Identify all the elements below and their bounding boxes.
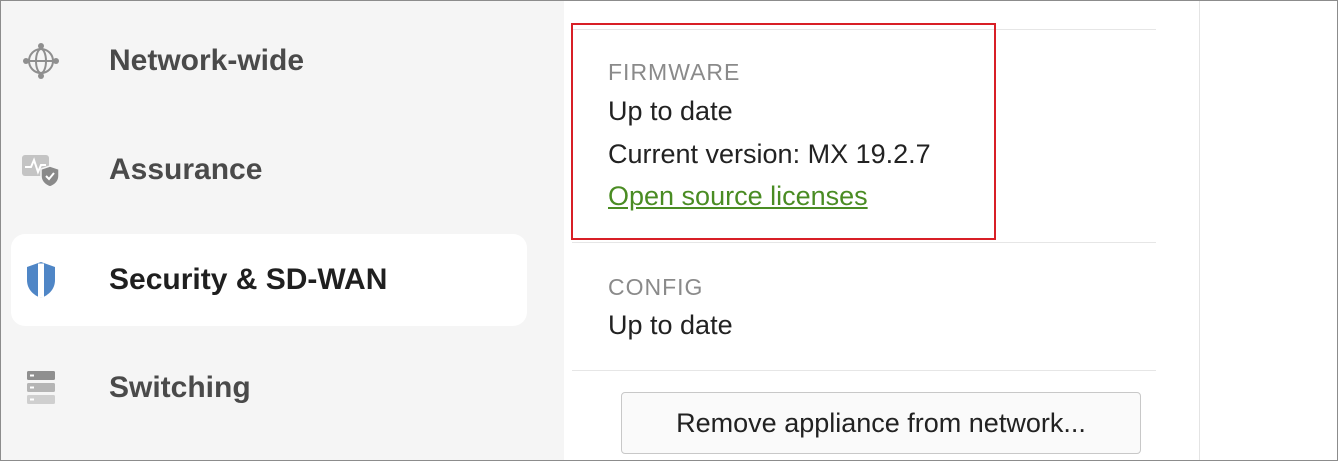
sidebar-item-security-sd-wan[interactable]: Security & SD-WAN xyxy=(11,234,527,326)
globe-network-icon xyxy=(21,41,61,81)
config-status: Up to date xyxy=(608,310,733,340)
sidebar-item-label: Assurance xyxy=(109,153,263,186)
divider xyxy=(572,242,1156,243)
appliance-status-panel: FIRMWARE Up to date Current version: MX … xyxy=(564,1,1200,460)
sidebar-item-label: Security & SD-WAN xyxy=(109,263,388,296)
sidebar-item-network-wide[interactable]: Network-wide xyxy=(11,15,527,107)
firmware-highlight-box xyxy=(571,23,996,240)
sidebar-nav: Network-wide Assurance Security & SD-WAN xyxy=(1,1,564,460)
sidebar-item-label: Switching xyxy=(109,371,251,404)
shield-icon xyxy=(21,260,61,300)
config-heading: CONFIG xyxy=(608,274,704,300)
sidebar-item-label: Network-wide xyxy=(109,44,305,77)
divider xyxy=(572,370,1156,371)
panel-divider xyxy=(1199,1,1200,460)
sidebar-item-switching[interactable]: Switching xyxy=(11,342,527,434)
sidebar-item-assurance[interactable]: Assurance xyxy=(11,124,527,216)
remove-appliance-button[interactable]: Remove appliance from network... xyxy=(621,392,1141,454)
switch-stack-icon xyxy=(21,368,61,408)
assurance-shield-icon xyxy=(21,150,61,190)
